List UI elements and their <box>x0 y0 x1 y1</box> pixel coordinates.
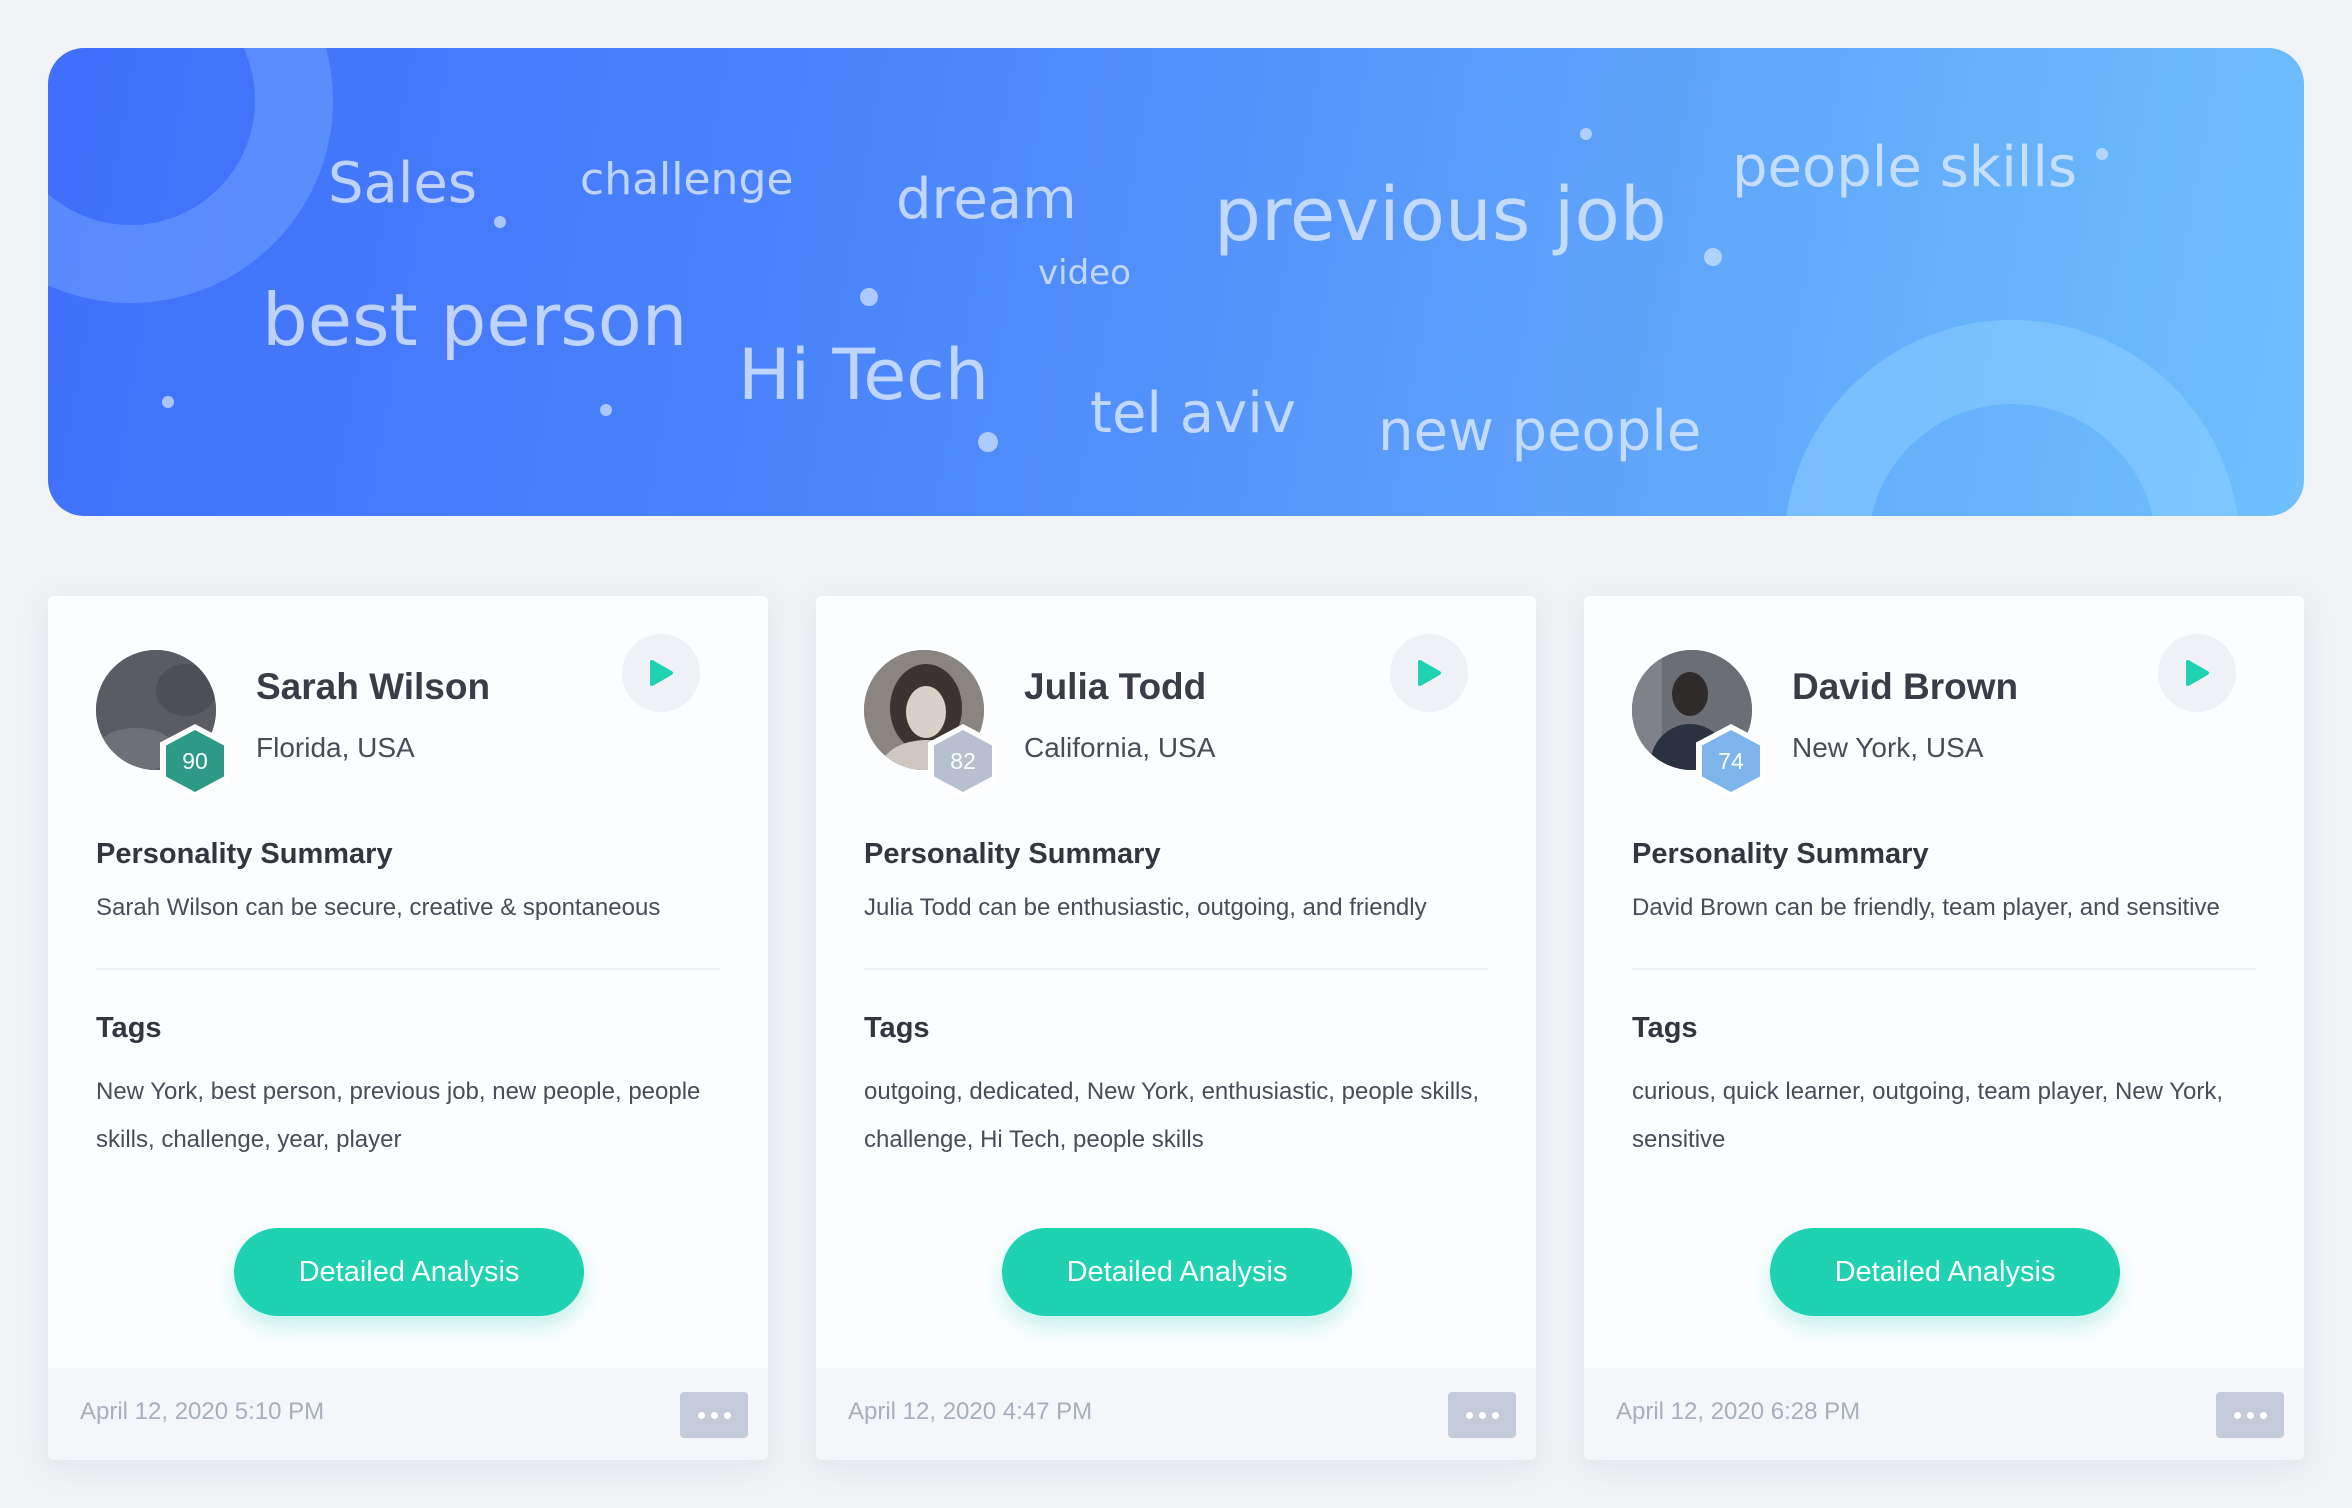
more-dots-icon <box>710 1411 718 1419</box>
divider <box>1632 968 2256 970</box>
detailed-analysis-button[interactable]: Detailed Analysis <box>1770 1228 2120 1316</box>
word-cloud-word: challenge <box>580 154 794 205</box>
play-video-button[interactable] <box>2158 634 2236 712</box>
play-video-button[interactable] <box>1390 634 1468 712</box>
decorative-dot <box>162 396 174 408</box>
personality-summary: Julia Todd can be enthusiastic, outgoing… <box>864 894 1427 921</box>
summary-heading: Personality Summary <box>1632 838 1929 870</box>
decorative-dot <box>1580 128 1592 140</box>
profile-name: David Brown <box>1792 666 2019 707</box>
personality-summary: David Brown can be friendly, team player… <box>1632 894 2220 921</box>
profile-name: Julia Todd <box>1024 666 1207 707</box>
decorative-dot <box>2096 148 2108 160</box>
word-cloud-word: Sales <box>328 151 478 216</box>
decorative-dot <box>600 404 612 416</box>
word-cloud-word: video <box>1038 253 1131 293</box>
more-dots-icon <box>1478 1411 1486 1419</box>
hero-banner: Sales challenge dream previous job peopl… <box>48 48 2304 516</box>
profile-card: 74 David Brown New York, USA Personality… <box>1584 596 2304 1460</box>
tags-list: curious, quick learner, outgoing, team p… <box>1632 1078 2223 1153</box>
card-footer: April 12, 2020 4:47 PM <box>816 1368 1536 1460</box>
word-cloud-word: tel aviv <box>1090 381 1296 446</box>
word-cloud-word: best person <box>262 278 688 362</box>
play-icon <box>650 660 673 686</box>
more-dots-icon <box>2246 1411 2254 1419</box>
decorative-dot <box>1704 248 1722 266</box>
word-cloud-word: new people <box>1378 399 1702 464</box>
tags-heading: Tags <box>96 1012 162 1044</box>
more-dots-icon <box>2259 1411 2267 1419</box>
timestamp: April 12, 2020 6:28 PM <box>1616 1398 1861 1425</box>
profile-name: Sarah Wilson <box>256 666 491 707</box>
detailed-analysis-button[interactable]: Detailed Analysis <box>1002 1228 1352 1316</box>
profile-card: 82 Julia Todd California, USA Personalit… <box>816 596 1536 1460</box>
word-cloud-word: people skills <box>1732 135 2078 200</box>
decorative-ring <box>48 48 333 303</box>
summary-heading: Personality Summary <box>96 838 393 870</box>
tags-list: New York, best person, previous job, new… <box>96 1078 701 1153</box>
divider <box>864 968 1488 970</box>
card-footer: April 12, 2020 5:10 PM <box>48 1368 768 1460</box>
more-dots-icon <box>1491 1411 1499 1419</box>
personality-summary: Sarah Wilson can be secure, creative & s… <box>96 894 661 921</box>
play-icon <box>1418 660 1441 686</box>
divider <box>96 968 720 970</box>
profile-card: 90 Sarah Wilson Florida, USA Personality… <box>48 596 768 1460</box>
profile-location: California, USA <box>1024 732 1216 763</box>
word-cloud-word: Hi Tech <box>738 334 990 416</box>
decorative-dot <box>494 216 506 228</box>
tags-list: outgoing, dedicated, New York, enthusias… <box>864 1078 1480 1153</box>
play-icon <box>2186 660 2209 686</box>
play-video-button[interactable] <box>622 634 700 712</box>
detailed-analysis-button[interactable]: Detailed Analysis <box>234 1228 584 1316</box>
decorative-ring <box>1784 320 2240 516</box>
tags-heading: Tags <box>864 1012 930 1044</box>
more-dots-icon <box>2233 1411 2241 1419</box>
profile-location: New York, USA <box>1792 732 1984 763</box>
more-dots-icon <box>1465 1411 1473 1419</box>
more-options-button[interactable] <box>1448 1392 1516 1438</box>
more-options-button[interactable] <box>2216 1392 2284 1438</box>
decorative-dot <box>978 432 998 452</box>
word-cloud-word: previous job <box>1214 172 1667 258</box>
timestamp: April 12, 2020 5:10 PM <box>80 1398 325 1425</box>
card-footer: April 12, 2020 6:28 PM <box>1584 1368 2304 1460</box>
tags-heading: Tags <box>1632 1012 1698 1044</box>
word-cloud-word: dream <box>896 167 1077 232</box>
profile-location: Florida, USA <box>256 732 415 763</box>
more-dots-icon <box>723 1411 731 1419</box>
decorative-dot <box>860 288 878 306</box>
timestamp: April 12, 2020 4:47 PM <box>848 1398 1093 1425</box>
summary-heading: Personality Summary <box>864 838 1161 870</box>
more-dots-icon <box>697 1411 705 1419</box>
more-options-button[interactable] <box>680 1392 748 1438</box>
